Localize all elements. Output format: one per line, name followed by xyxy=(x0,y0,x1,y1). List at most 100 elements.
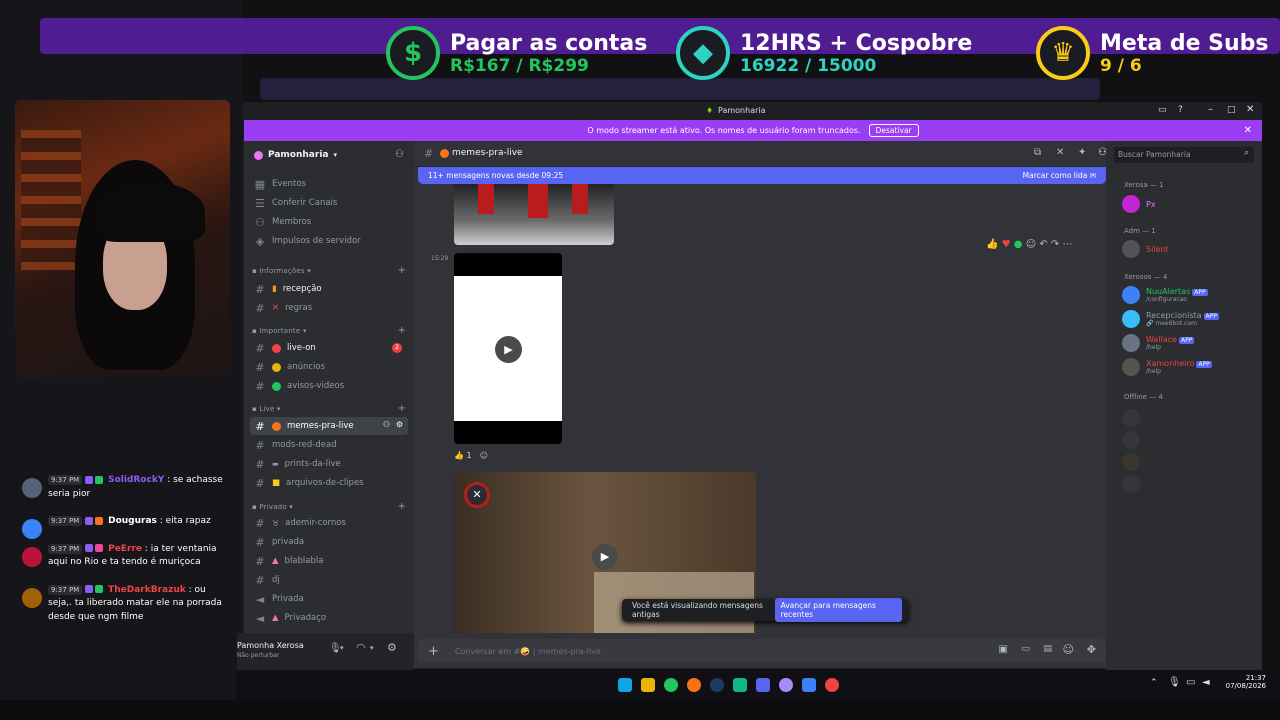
volume-icon[interactable]: ◄ xyxy=(1202,677,1210,688)
member-item[interactable]: NuuAlertas APP/configuracao xyxy=(1122,286,1208,304)
category-privado[interactable]: ▪ Privado ▾ xyxy=(252,503,293,511)
minimize-icon[interactable]: – xyxy=(1208,104,1213,115)
add-channel-icon[interactable]: + xyxy=(398,325,406,336)
member-item[interactable]: Silent xyxy=(1122,240,1169,258)
add-channel-icon[interactable]: + xyxy=(398,265,406,276)
channel-regras[interactable]: # ✕ regras xyxy=(250,299,408,317)
gift-icon[interactable]: ▣ xyxy=(999,644,1008,655)
discord-icon[interactable] xyxy=(756,678,770,692)
channel-prints-da-live[interactable]: # ▬ prints-da-live xyxy=(250,455,408,473)
video-attachment[interactable]: ▶ xyxy=(454,253,562,444)
channel-anuncios[interactable]: # anúncios xyxy=(250,358,408,376)
maximize-icon[interactable]: □ xyxy=(1227,105,1236,115)
terminal-icon[interactable] xyxy=(733,678,747,692)
avatar[interactable] xyxy=(1122,453,1140,471)
server-header[interactable]: Pamonharia ▾ xyxy=(254,150,337,160)
menu-browse-channels[interactable]: ☰ Conferir Canais xyxy=(250,194,408,212)
avatar[interactable] xyxy=(1122,431,1140,449)
jump-to-present-button[interactable]: Avançar para mensagens recentes xyxy=(774,598,902,622)
invite-member-icon[interactable]: ⚇ xyxy=(383,420,390,429)
spotify-icon[interactable] xyxy=(664,678,678,692)
member-item[interactable]: Recepcionista APP 🔗 mee6bot.com xyxy=(1122,310,1219,328)
channel-live-on[interactable]: # live-on 2 xyxy=(250,339,408,357)
disable-streamer-button[interactable]: Desativar xyxy=(868,124,919,137)
channel-arquivos-de-clipes[interactable]: # ■ arquivos-de-clipes xyxy=(250,474,408,492)
close-banner-icon[interactable]: ✕ xyxy=(1244,125,1252,136)
chevron-down-icon[interactable]: ▾ xyxy=(370,644,374,652)
invite-icon[interactable]: ⚇ xyxy=(395,149,404,160)
apps-icon[interactable]: ✥ xyxy=(1087,643,1096,656)
pin-icon[interactable]: ✦ xyxy=(1078,147,1086,158)
menu-members[interactable]: ⚇ Membros xyxy=(250,213,408,231)
app-icon[interactable] xyxy=(779,678,793,692)
avatar[interactable] xyxy=(1122,475,1140,493)
chevron-up-icon[interactable]: ⌃ xyxy=(1150,678,1158,688)
chevron-down-icon[interactable]: ▾ xyxy=(340,644,344,652)
system-clock[interactable]: 21:37 07/08/2026 xyxy=(1224,674,1266,690)
sticker-icon[interactable]: ▤ xyxy=(1043,644,1052,654)
category-live[interactable]: ▪ Live ▾ xyxy=(252,405,281,413)
reaction-thumbs-up[interactable]: 👍 1 xyxy=(454,451,472,460)
add-reaction-icon[interactable]: ☺ xyxy=(1026,239,1036,250)
member-item[interactable]: Xamonheiro APP/help xyxy=(1122,358,1212,376)
app-icon[interactable] xyxy=(802,678,816,692)
voice-channel-privada[interactable]: ◄ Privada xyxy=(250,590,408,608)
windows-start-icon[interactable] xyxy=(618,678,632,692)
image-attachment[interactable] xyxy=(454,184,614,245)
settings-gear-icon[interactable]: ⚙ xyxy=(387,641,397,654)
inbox-icon[interactable]: ▭ xyxy=(1158,105,1167,115)
channel-recepcao[interactable]: # ▮ recepção xyxy=(250,280,408,298)
mark-as-read-button[interactable]: Marcar como lida ✉ xyxy=(1023,171,1096,180)
network-icon[interactable]: ▭ xyxy=(1186,677,1195,688)
username[interactable]: Pamonha Xerosa xyxy=(237,641,304,650)
heart-icon[interactable]: ♥ xyxy=(1002,239,1011,250)
close-icon[interactable]: ✕ xyxy=(1246,104,1254,115)
channel-dj[interactable]: # dj xyxy=(250,571,408,589)
channel-memes-pra-live[interactable]: # memes-pra-live ⚇ ⚙ xyxy=(250,417,408,435)
reaction-icon[interactable]: ● xyxy=(1014,239,1023,250)
add-channel-icon[interactable]: + xyxy=(398,403,406,414)
forward-icon[interactable]: ↷ xyxy=(1051,239,1059,250)
avatar[interactable] xyxy=(1122,409,1140,427)
chat-user[interactable]: SolidRockY xyxy=(108,475,164,485)
search-input[interactable]: Buscar Pamonharia xyxy=(1114,147,1254,163)
gear-icon[interactable]: ⚙ xyxy=(396,420,403,429)
voice-channel-privadaco[interactable]: ◄ ▲ Privadaço xyxy=(250,609,408,627)
gif-icon[interactable]: ▭ xyxy=(1021,644,1030,654)
more-icon[interactable]: ⋯ xyxy=(1063,239,1073,250)
search-icon[interactable]: ⌕ xyxy=(1244,148,1249,158)
member-item[interactable]: Wallace APP/help xyxy=(1122,334,1195,352)
notification-bell-icon[interactable]: ✕ xyxy=(1056,147,1064,158)
headphones-icon[interactable]: ◠ xyxy=(356,641,366,654)
add-channel-icon[interactable]: + xyxy=(398,501,406,512)
thumbs-up-icon[interactable]: 👍 xyxy=(986,239,998,250)
category-importante[interactable]: ▪ Importante ▾ xyxy=(252,327,307,335)
reply-icon[interactable]: ↶ xyxy=(1039,239,1047,250)
channel-avisos-videos[interactable]: # avisos-videos xyxy=(250,377,408,395)
menu-boosts[interactable]: ◈ Impulsos de servidor xyxy=(250,232,408,250)
play-icon[interactable]: ▶ xyxy=(592,544,618,570)
play-icon[interactable]: ▶ xyxy=(495,336,522,363)
app-icon[interactable] xyxy=(825,678,839,692)
add-reaction-icon[interactable]: ☺ xyxy=(480,451,488,460)
firefox-icon[interactable] xyxy=(687,678,701,692)
new-messages-bar[interactable]: 11+ mensagens novas desde 09:25 Marcar c… xyxy=(418,167,1106,184)
emoji-icon[interactable]: ☺ xyxy=(1063,643,1074,656)
threads-icon[interactable]: ⧉ xyxy=(1034,147,1041,158)
upload-plus-icon[interactable]: + xyxy=(428,644,439,659)
microphone-icon[interactable]: 🎙 xyxy=(1168,677,1181,688)
category-informacoes[interactable]: ▪ Informações ▾ xyxy=(252,267,311,275)
menu-events[interactable]: ▦ Eventos xyxy=(250,175,408,193)
steam-icon[interactable] xyxy=(710,678,724,692)
message-composer[interactable]: + Conversar em #🤪 | memes-pra-live ▣ ▭ ▤… xyxy=(418,639,1106,663)
channel-blablabla[interactable]: # ▲ blablabla xyxy=(250,552,408,570)
channel-mods-red-dead[interactable]: # mods-red-dead xyxy=(250,436,408,454)
channel-privada[interactable]: # privada xyxy=(250,533,408,551)
message-input[interactable]: Conversar em #🤪 | memes-pra-live xyxy=(455,647,601,656)
file-explorer-icon[interactable] xyxy=(641,678,655,692)
channel-ademir-cornos[interactable]: # ♉ ademir-cornos xyxy=(250,514,408,532)
help-icon[interactable]: ? xyxy=(1178,105,1183,115)
member-item[interactable]: Px xyxy=(1122,195,1156,213)
chat-user[interactable]: PeErre xyxy=(108,544,142,554)
chat-user[interactable]: TheDarkBrazuk xyxy=(108,585,186,595)
